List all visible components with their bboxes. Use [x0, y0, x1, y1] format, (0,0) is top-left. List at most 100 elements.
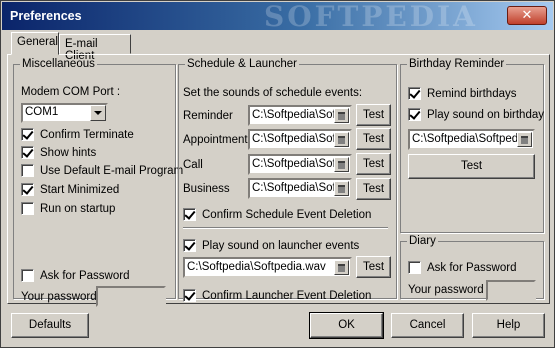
play-birthday-sound-label: Play sound on birthday — [427, 108, 544, 121]
ask-password-checkbox[interactable]: Ask for Password — [21, 269, 129, 282]
test-button-label: Test — [362, 261, 385, 273]
use-default-email-label: Use Default E-mail Program — [40, 164, 184, 177]
birthday-group: Birthday Reminder Remind birthdays Play … — [400, 58, 544, 233]
folder-icon[interactable] — [334, 157, 349, 172]
folder-icon[interactable] — [334, 132, 349, 147]
modem-port-select[interactable]: COM1 — [21, 103, 108, 123]
schedule-group: Schedule & Launcher Set the sounds of sc… — [178, 58, 397, 302]
schedule-intro: Set the sounds of schedule events: — [183, 87, 363, 99]
checkbox-box[interactable] — [408, 261, 421, 274]
tab-general-label: General — [17, 36, 58, 48]
confirm-schedule-deletion-label: Confirm Schedule Event Deletion — [202, 208, 372, 221]
help-button[interactable]: Help — [472, 313, 545, 338]
modem-port-value: COM1 — [25, 106, 59, 118]
folder-icon[interactable] — [334, 181, 349, 196]
schedule-legend: Schedule & Launcher — [187, 58, 297, 70]
run-on-startup-checkbox[interactable]: Run on startup — [21, 202, 115, 215]
defaults-label: Defaults — [28, 319, 72, 331]
appointment-sound-field[interactable]: C:\Softpedia\Sof — [248, 129, 352, 150]
checkbox-box[interactable] — [183, 208, 196, 221]
checkbox-box[interactable] — [21, 202, 34, 215]
test-button-label: Test — [362, 133, 385, 145]
diary-ask-password-checkbox[interactable]: Ask for Password — [408, 261, 516, 274]
reminder-label: Reminder — [183, 110, 233, 122]
launcher-test-button[interactable]: Test — [356, 256, 391, 278]
password-field[interactable] — [96, 286, 166, 307]
checkbox-box[interactable] — [408, 87, 421, 100]
test-button-label: Test — [362, 109, 385, 121]
remind-birthdays-label: Remind birthdays — [427, 87, 517, 100]
appointment-label: Appointment — [183, 134, 248, 146]
appointment-sound-path: C:\Softpedia\Sof — [252, 133, 336, 145]
call-sound-field[interactable]: C:\Softpedia\Sof — [248, 154, 352, 175]
diary-password-label: Your password — [408, 284, 484, 296]
launcher-sound-field[interactable]: C:\Softpedia\Softpedia.wav — [183, 257, 352, 278]
show-hints-label: Show hints — [40, 146, 97, 159]
misc-group: Miscellaneous Modem COM Port : COM1 Conf… — [13, 58, 183, 307]
close-icon: ✕ — [521, 8, 533, 23]
reminder-test-button[interactable]: Test — [356, 104, 391, 126]
cancel-label: Cancel — [409, 319, 446, 331]
confirm-terminate-label: Confirm Terminate — [40, 128, 134, 141]
ok-label: OK — [338, 319, 355, 331]
play-birthday-sound-checkbox[interactable]: Play sound on birthday — [408, 108, 544, 121]
checkbox-box[interactable] — [183, 289, 196, 302]
your-password-label: Your password — [21, 291, 97, 303]
misc-legend: Miscellaneous — [22, 58, 95, 70]
checkbox-box[interactable] — [21, 146, 34, 159]
test-button-label: Test — [362, 183, 385, 195]
title-bar[interactable]: Preferences SOFTPEDIA ✕ — [2, 2, 553, 30]
checkbox-box[interactable] — [183, 239, 196, 252]
call-label: Call — [183, 159, 203, 171]
launcher-sound-path: C:\Softpedia\Softpedia.wav — [187, 261, 326, 273]
tab-general[interactable]: General — [11, 32, 59, 55]
business-sound-path: C:\Softpedia\Sof — [252, 182, 336, 194]
checkbox-box[interactable] — [21, 269, 34, 282]
confirm-terminate-checkbox[interactable]: Confirm Terminate — [21, 128, 134, 141]
business-label: Business — [183, 183, 230, 195]
folder-icon[interactable] — [334, 108, 349, 123]
checkbox-box[interactable] — [408, 108, 421, 121]
call-sound-path: C:\Softpedia\Sof — [252, 158, 336, 170]
call-test-button[interactable]: Test — [356, 153, 391, 175]
ask-password-label: Ask for Password — [40, 269, 130, 282]
diary-password-field[interactable] — [486, 280, 536, 301]
appointment-test-button[interactable]: Test — [356, 128, 391, 150]
modem-port-label: Modem COM Port : — [21, 86, 121, 98]
use-default-email-checkbox[interactable]: Use Default E-mail Program — [21, 164, 183, 177]
divider — [183, 227, 388, 229]
checkbox-box[interactable] — [21, 183, 34, 196]
test-button-label: Test — [460, 160, 483, 172]
checkbox-box[interactable] — [21, 164, 34, 177]
diary-group: Diary Ask for Password Your password — [400, 235, 544, 301]
birthday-legend: Birthday Reminder — [409, 58, 505, 70]
defaults-button[interactable]: Defaults — [11, 313, 89, 338]
reminder-sound-path: C:\Softpedia\Sof — [252, 109, 336, 121]
birthday-sound-field[interactable]: C:\Softpedia\Softpedi — [408, 129, 535, 150]
play-launcher-sound-checkbox[interactable]: Play sound on launcher events — [183, 239, 359, 252]
preferences-window: Preferences SOFTPEDIA ✕ General E-mail C… — [0, 0, 555, 348]
run-on-startup-label: Run on startup — [40, 202, 116, 215]
folder-icon[interactable] — [517, 132, 532, 147]
remind-birthdays-checkbox[interactable]: Remind birthdays — [408, 87, 516, 100]
tab-email-client[interactable]: E-mail Client — [59, 34, 131, 62]
diary-legend: Diary — [409, 235, 436, 247]
birthday-test-button[interactable]: Test — [408, 154, 535, 179]
chevron-down-icon[interactable] — [90, 105, 106, 121]
business-test-button[interactable]: Test — [356, 178, 391, 200]
diary-ask-password-label: Ask for Password — [427, 261, 517, 274]
start-minimized-checkbox[interactable]: Start Minimized — [21, 183, 119, 196]
folder-icon[interactable] — [334, 260, 349, 275]
confirm-schedule-deletion-checkbox[interactable]: Confirm Schedule Event Deletion — [183, 208, 371, 221]
test-button-label: Test — [362, 158, 385, 170]
ok-button[interactable]: OK — [309, 312, 384, 339]
reminder-sound-field[interactable]: C:\Softpedia\Sof — [248, 105, 352, 126]
close-button[interactable]: ✕ — [507, 6, 547, 25]
window-title: Preferences — [10, 9, 82, 23]
confirm-launcher-deletion-checkbox[interactable]: Confirm Launcher Event Deletion — [183, 289, 371, 302]
business-sound-field[interactable]: C:\Softpedia\Sof — [248, 178, 352, 199]
checkbox-box[interactable] — [21, 128, 34, 141]
cancel-button[interactable]: Cancel — [391, 313, 464, 338]
show-hints-checkbox[interactable]: Show hints — [21, 146, 96, 159]
help-label: Help — [496, 319, 521, 331]
